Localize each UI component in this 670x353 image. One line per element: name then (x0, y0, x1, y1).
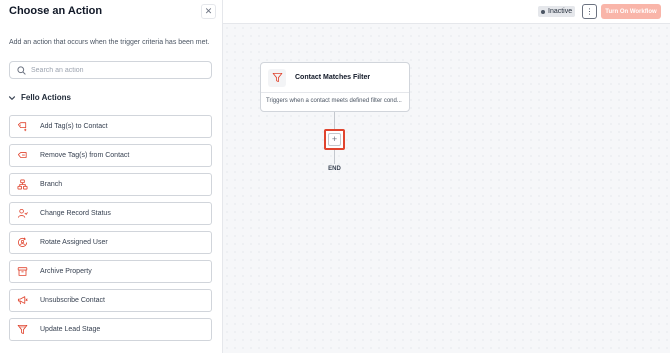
connector-line (334, 150, 335, 164)
rotate-user-icon (16, 237, 28, 249)
close-icon: ✕ (204, 6, 213, 16)
trigger-header: Contact Matches Filter (261, 63, 409, 93)
action-archive-property[interactable]: Archive Property (9, 260, 212, 283)
funnel-icon (16, 324, 28, 336)
status-label: Inactive (548, 8, 573, 15)
fello-actions-group-toggle[interactable]: Fello Actions (8, 93, 71, 102)
action-remove-tags[interactable]: Remove Tag(s) from Contact (9, 144, 212, 167)
kebab-menu-icon: ⋮ (585, 7, 594, 16)
branch-icon (16, 179, 28, 191)
close-button[interactable]: ✕ (201, 4, 216, 19)
panel-description: Add an action that occurs when the trigg… (9, 39, 210, 46)
tag-plus-icon (16, 121, 28, 133)
action-label: Remove Tag(s) from Contact (40, 152, 130, 159)
tag-minus-icon (16, 150, 28, 162)
plus-icon: + (328, 133, 341, 146)
status-dot (541, 9, 545, 14)
turn-on-workflow-button[interactable]: Turn On Workflow (601, 4, 661, 19)
trigger-title: Contact Matches Filter (295, 74, 371, 81)
workflow-topbar: Inactive ⋮ Turn On Workflow (223, 0, 670, 24)
action-label: Branch (40, 181, 63, 188)
search-input[interactable] (31, 66, 201, 74)
archive-icon (16, 266, 28, 278)
choose-action-panel: Choose an Action ✕ Add an action that oc… (0, 0, 223, 353)
action-unsubscribe-contact[interactable]: Unsubscribe Contact (9, 289, 212, 312)
panel-title: Choose an Action (9, 5, 103, 17)
megaphone-off-icon (16, 295, 28, 307)
action-label: Add Tag(s) to Contact (40, 123, 108, 130)
action-update-lead-stage[interactable]: Update Lead Stage (9, 318, 212, 341)
action-label: Update Lead Stage (40, 326, 101, 333)
action-label: Change Record Status (40, 210, 111, 217)
action-label: Unsubscribe Contact (40, 297, 105, 304)
group-label: Fello Actions (21, 93, 71, 102)
end-label: END (328, 166, 341, 172)
action-branch[interactable]: Branch (9, 173, 212, 196)
action-add-tags[interactable]: Add Tag(s) to Contact (9, 115, 212, 138)
search-box[interactable] (9, 61, 212, 79)
action-label: Archive Property (40, 268, 92, 275)
action-change-record-status[interactable]: Change Record Status (9, 202, 212, 225)
trigger-card[interactable]: Contact Matches Filter Triggers when a c… (260, 62, 410, 112)
status-badge: Inactive (538, 6, 576, 17)
user-status-icon (16, 208, 28, 220)
add-step-button[interactable]: + (324, 129, 345, 150)
action-label: Rotate Assigned User (40, 239, 108, 246)
search-icon (17, 65, 26, 75)
more-options-button[interactable]: ⋮ (582, 4, 597, 19)
action-rotate-assigned-user[interactable]: Rotate Assigned User (9, 231, 212, 254)
filter-icon (268, 68, 286, 87)
connector-line (334, 112, 335, 129)
trigger-description: Triggers when a contact meets defined fi… (266, 98, 402, 104)
chevron-down-icon (8, 94, 16, 102)
